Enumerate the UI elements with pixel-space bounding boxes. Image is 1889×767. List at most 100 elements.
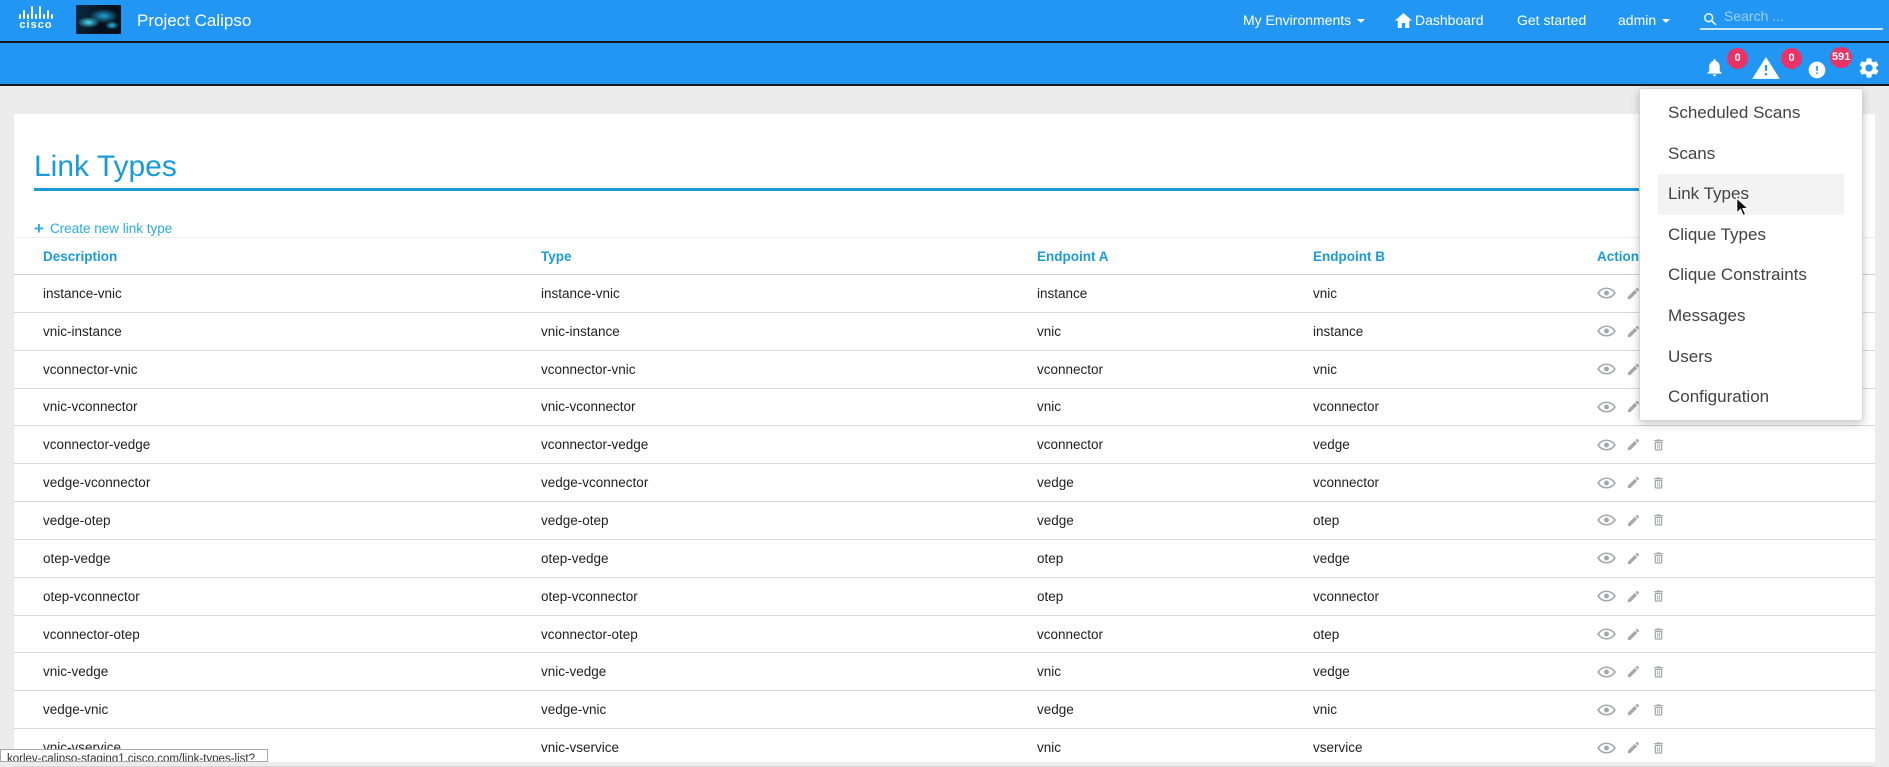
cell-type: vedge-vconnector — [541, 475, 1037, 490]
trash-icon[interactable] — [1651, 437, 1666, 453]
cisco-logo-text: cisco — [12, 19, 60, 31]
cisco-logo[interactable]: cisco — [12, 5, 60, 37]
eye-icon[interactable] — [1597, 703, 1616, 717]
eye-icon[interactable] — [1597, 476, 1616, 490]
table-row: vconnector-vnicvconnector-vnicvconnector… — [14, 351, 1875, 389]
row-actions — [1597, 437, 1865, 453]
row-actions — [1597, 475, 1865, 491]
cell-type: vedge-otep — [541, 513, 1037, 528]
table-row: instance-vnicinstance-vnicinstancevnic — [14, 275, 1875, 313]
cell-endpoint-a: vnic — [1037, 740, 1313, 755]
gear-icon[interactable] — [1857, 56, 1881, 80]
nav-user-menu[interactable]: admin — [1618, 0, 1670, 41]
warning-triangle-icon[interactable] — [1752, 57, 1780, 80]
cell-type: vconnector-otep — [541, 627, 1037, 642]
trash-icon[interactable] — [1651, 588, 1666, 604]
cell-endpoint-a: vedge — [1037, 475, 1313, 490]
bell-icon[interactable] — [1704, 56, 1725, 79]
eye-icon[interactable] — [1597, 324, 1616, 338]
trash-icon[interactable] — [1651, 702, 1666, 718]
cell-endpoint-b: vconnector — [1313, 589, 1597, 604]
cell-endpoint-a: vconnector — [1037, 362, 1313, 377]
cell-description: vnic-instance — [43, 324, 541, 339]
nav-dashboard[interactable]: Dashboard — [1395, 0, 1484, 41]
pencil-icon[interactable] — [1626, 475, 1641, 490]
create-new-link-type-link[interactable]: +Create new link type — [34, 219, 172, 239]
cell-endpoint-a: vconnector — [1037, 437, 1313, 452]
menu-item-scans[interactable]: Scans — [1658, 134, 1844, 175]
pencil-icon[interactable] — [1626, 513, 1641, 528]
eye-icon[interactable] — [1597, 589, 1616, 603]
column-header-description[interactable]: Description — [43, 249, 541, 264]
pencil-icon[interactable] — [1626, 551, 1641, 566]
cell-type: instance-vnic — [541, 286, 1037, 301]
menu-item-configuration[interactable]: Configuration — [1658, 377, 1844, 418]
pencil-icon[interactable] — [1626, 627, 1641, 642]
dashboard-label: Dashboard — [1415, 12, 1484, 28]
cell-endpoint-a: otep — [1037, 551, 1313, 566]
cell-type: otep-vedge — [541, 551, 1037, 566]
cell-type: vnic-instance — [541, 324, 1037, 339]
table-header-row: DescriptionTypeEndpoint AEndpoint BActio… — [14, 238, 1875, 275]
nav-my-environments[interactable]: My Environments — [1243, 0, 1365, 41]
menu-item-messages[interactable]: Messages — [1658, 296, 1844, 337]
status-bar-url: korlev-calipso-staging1.cisco.com/link-t… — [0, 749, 268, 762]
eye-icon[interactable] — [1597, 741, 1616, 755]
cell-type: vnic-vconnector — [541, 399, 1037, 414]
table-row: vnic-instancevnic-instancevnicinstance — [14, 313, 1875, 351]
eye-icon[interactable] — [1597, 513, 1616, 527]
column-header-endpoint-a[interactable]: Endpoint A — [1037, 249, 1313, 264]
search-input[interactable] — [1700, 4, 1883, 30]
cell-description: vconnector-vnic — [43, 362, 541, 377]
column-header-endpoint-b[interactable]: Endpoint B — [1313, 249, 1597, 264]
pencil-icon[interactable] — [1626, 589, 1641, 604]
error-circle-icon[interactable] — [1807, 60, 1827, 80]
main-background: Link Types +Create new link type Descrip… — [0, 86, 1889, 762]
trash-icon[interactable] — [1651, 626, 1666, 642]
menu-item-link-types[interactable]: Link Types — [1658, 174, 1844, 215]
cell-description: vnic-vedge — [43, 664, 541, 679]
trash-icon[interactable] — [1651, 550, 1666, 566]
pencil-icon[interactable] — [1626, 740, 1641, 755]
menu-item-scheduled-scans[interactable]: Scheduled Scans — [1658, 93, 1844, 134]
notifications-badge[interactable]: 0 — [1727, 48, 1748, 69]
eye-icon[interactable] — [1597, 438, 1616, 452]
table-row: vnic-vconnectorvnic-vconnectorvnicvconne… — [14, 389, 1875, 427]
trash-icon[interactable] — [1651, 475, 1666, 491]
cell-description: vedge-vnic — [43, 702, 541, 717]
cell-endpoint-a: vnic — [1037, 664, 1313, 679]
eye-icon[interactable] — [1597, 286, 1616, 300]
pencil-icon[interactable] — [1626, 437, 1641, 452]
my-environments-label: My Environments — [1243, 12, 1351, 28]
cell-endpoint-b: vconnector — [1313, 475, 1597, 490]
menu-item-users[interactable]: Users — [1658, 337, 1844, 378]
warnings-badge[interactable]: 0 — [1781, 48, 1802, 69]
eye-icon[interactable] — [1597, 551, 1616, 565]
column-header-type[interactable]: Type — [541, 249, 1037, 264]
table-row: vedge-vnicvedge-vnicvedgevnic — [14, 691, 1875, 729]
trash-icon[interactable] — [1651, 512, 1666, 528]
nav-get-started[interactable]: Get started — [1517, 0, 1586, 41]
eye-icon[interactable] — [1597, 665, 1616, 679]
trash-icon[interactable] — [1651, 664, 1666, 680]
cell-description: vedge-otep — [43, 513, 541, 528]
plus-icon: + — [34, 219, 44, 238]
errors-badge[interactable]: 591 — [1830, 47, 1852, 68]
eye-icon[interactable] — [1597, 627, 1616, 641]
pencil-icon[interactable] — [1626, 702, 1641, 717]
table-row: vedge-vconnectorvedge-vconnectorvedgevco… — [14, 464, 1875, 502]
cell-type: vedge-vnic — [541, 702, 1037, 717]
user-name-label: admin — [1618, 12, 1656, 28]
cell-description: otep-vconnector — [43, 589, 541, 604]
cell-endpoint-a: instance — [1037, 286, 1313, 301]
menu-item-clique-constraints[interactable]: Clique Constraints — [1658, 255, 1844, 296]
table-row: vedge-otepvedge-otepvedgeotep — [14, 502, 1875, 540]
cell-type: otep-vconnector — [541, 589, 1037, 604]
eye-icon[interactable] — [1597, 362, 1616, 376]
table-row: otep-vconnectorotep-vconnectorotepvconne… — [14, 578, 1875, 616]
menu-item-clique-types[interactable]: Clique Types — [1658, 215, 1844, 256]
eye-icon[interactable] — [1597, 400, 1616, 414]
cell-endpoint-a: otep — [1037, 589, 1313, 604]
trash-icon[interactable] — [1651, 740, 1666, 756]
pencil-icon[interactable] — [1626, 664, 1641, 679]
